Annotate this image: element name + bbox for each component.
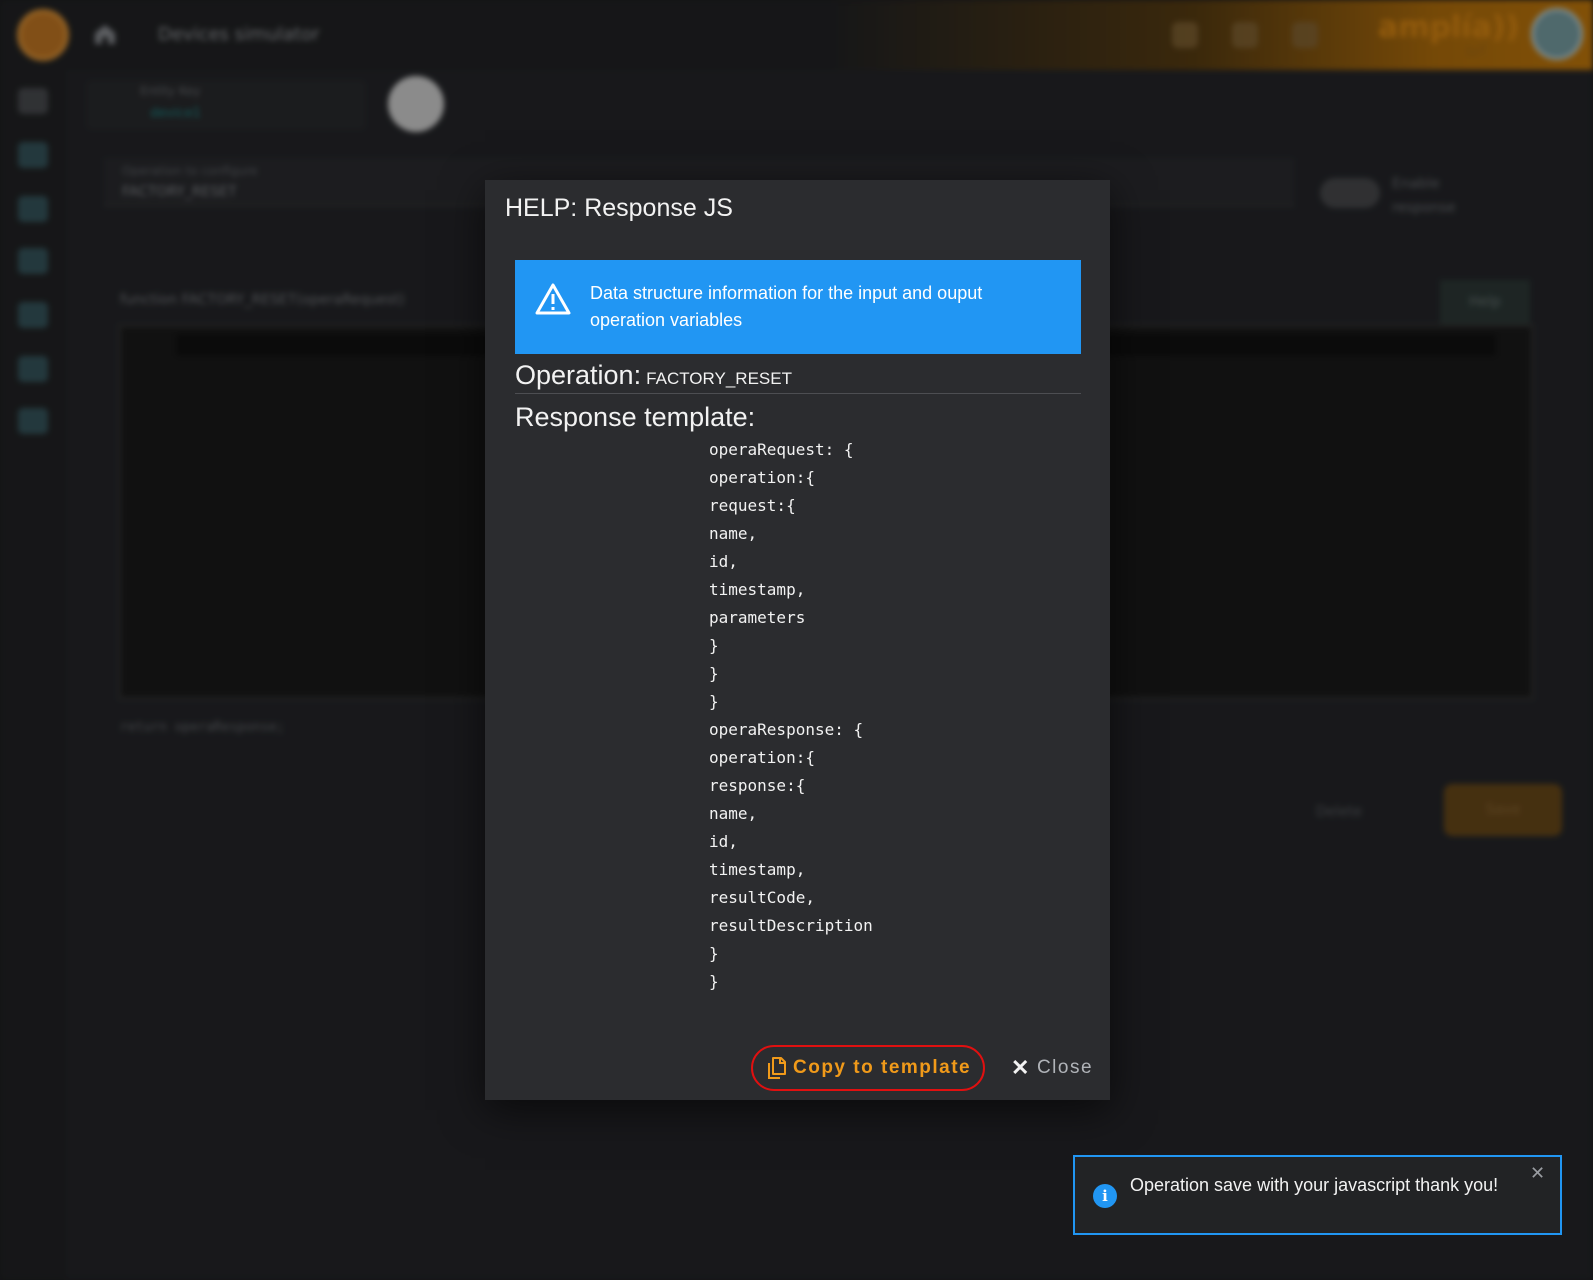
code-line: } <box>709 636 719 655</box>
code-line: request:{ <box>709 496 796 515</box>
close-button[interactable]: ✕ Close <box>1011 1050 1093 1086</box>
dialog-title: HELP: Response JS <box>505 194 733 222</box>
close-icon: ✕ <box>1011 1055 1031 1080</box>
code-line: timestamp, <box>709 580 806 599</box>
code-line: operaResponse: { <box>709 720 864 739</box>
toast-message: Operation save with your javascript than… <box>1130 1175 1499 1195</box>
code-line: operaRequest: { <box>709 440 854 459</box>
response-template-code: operaRequest: { operation:{ request:{ name,… <box>709 436 873 996</box>
code-line: id, <box>709 832 738 851</box>
code-line: } <box>709 972 719 991</box>
toast-close-icon[interactable]: ✕ <box>1530 1163 1545 1184</box>
copy-icon <box>768 1057 786 1079</box>
copy-to-template-button[interactable]: Copy to template <box>751 1045 985 1091</box>
code-line: name, <box>709 804 758 823</box>
code-line: id, <box>709 552 738 571</box>
notification-toast: i Operation save with your javascript th… <box>1073 1155 1562 1235</box>
code-line: resultCode, <box>709 888 815 907</box>
info-banner: Data structure information for the input… <box>515 260 1081 354</box>
help-dialog: HELP: Response JS Data structure informa… <box>485 180 1110 1100</box>
code-line: parameters <box>709 608 806 627</box>
code-line: response:{ <box>709 776 806 795</box>
code-line: operation:{ <box>709 748 815 767</box>
info-icon: i <box>1093 1184 1117 1208</box>
code-line: } <box>709 664 719 683</box>
response-template-title: Response template: <box>515 402 756 432</box>
close-button-label: Close <box>1036 1057 1094 1078</box>
code-line: name, <box>709 524 758 543</box>
operation-row: Operation: FACTORY_RESET <box>515 360 1081 394</box>
warning-icon <box>535 283 571 315</box>
code-line: } <box>709 692 719 711</box>
code-line: operation:{ <box>709 468 815 487</box>
info-text: Data structure information for the input… <box>590 283 983 330</box>
copy-button-label: Copy to template <box>793 1057 972 1078</box>
code-line: resultDescription <box>709 916 873 935</box>
code-line: timestamp, <box>709 860 806 879</box>
operation-key: Operation: <box>515 360 642 390</box>
code-line: } <box>709 944 719 963</box>
operation-name: FACTORY_RESET <box>646 369 792 388</box>
